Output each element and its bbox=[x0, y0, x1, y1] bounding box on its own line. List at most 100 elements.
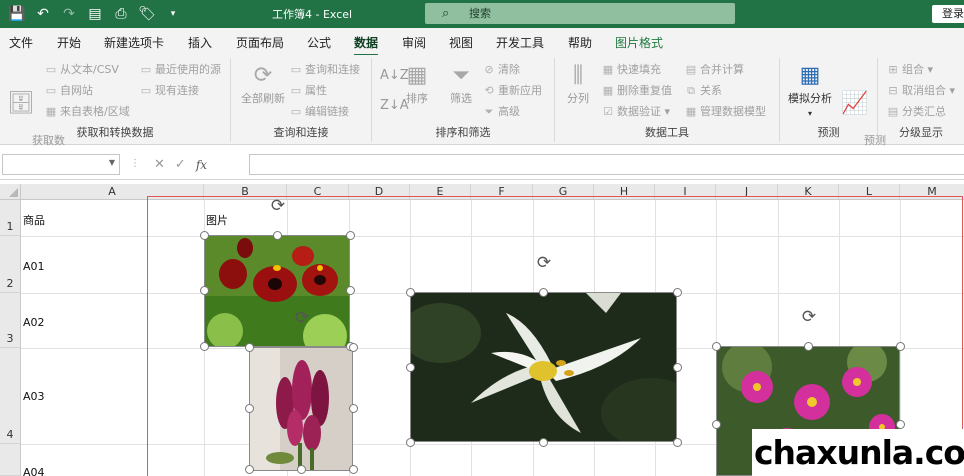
picture-pansy[interactable] bbox=[204, 235, 350, 347]
relationships-button[interactable]: ⧉ 关系 bbox=[684, 83, 722, 99]
resize-handle[interactable] bbox=[406, 438, 415, 447]
cell-a2[interactable]: A01 bbox=[23, 260, 45, 273]
resize-handle[interactable] bbox=[406, 363, 415, 372]
row-header-5[interactable] bbox=[0, 444, 21, 476]
tab-data[interactable]: 数据 bbox=[354, 34, 379, 57]
resize-handle[interactable] bbox=[245, 404, 254, 413]
tab-page-layout[interactable]: 页面布局 bbox=[236, 34, 284, 51]
group-button[interactable]: ⊞ 组合 ▾ bbox=[886, 62, 933, 78]
tab-new[interactable]: 新建选项卡 bbox=[104, 34, 164, 51]
resize-handle[interactable] bbox=[539, 288, 548, 297]
subtotal-button[interactable]: ▤ 分类汇总 bbox=[886, 104, 946, 120]
resize-handle[interactable] bbox=[346, 231, 355, 240]
resize-handle[interactable] bbox=[804, 342, 813, 351]
ungroup-button[interactable]: ⊟ 取消组合 ▾ bbox=[886, 83, 955, 99]
search-box[interactable]: ⌕ 搜索 bbox=[425, 3, 735, 24]
tab-formulas[interactable]: 公式 bbox=[307, 34, 331, 51]
reapply-button[interactable]: ⟲ 重新应用 bbox=[482, 83, 542, 99]
resize-handle[interactable] bbox=[200, 231, 209, 240]
name-box[interactable]: ▼ bbox=[2, 154, 120, 175]
rotate-handle-icon[interactable]: ⟳ bbox=[799, 307, 819, 327]
remove-duplicates-button[interactable]: ▦ 删除重复值 bbox=[601, 83, 672, 99]
what-if-button[interactable]: ▦ 模拟分析 ▾ bbox=[786, 62, 834, 121]
row-header-3[interactable]: 3 bbox=[0, 293, 21, 348]
resize-handle[interactable] bbox=[406, 288, 415, 297]
group-label: 数据工具 bbox=[645, 126, 689, 139]
from-text-button[interactable]: ▭ 从文本/CSV bbox=[44, 62, 119, 78]
resize-handle[interactable] bbox=[896, 342, 905, 351]
advanced-button[interactable]: ⏷ 高级 bbox=[482, 104, 520, 120]
recent-sources-button[interactable]: ▭ 最近使用的源 bbox=[139, 62, 221, 78]
clear-button[interactable]: ⊘ 清除 bbox=[482, 62, 520, 78]
tab-insert[interactable]: 插入 bbox=[188, 34, 212, 51]
resize-handle[interactable] bbox=[200, 286, 209, 295]
resize-handle[interactable] bbox=[539, 438, 548, 447]
row-header-1[interactable]: 1 bbox=[0, 200, 21, 236]
customize-icon[interactable]: ▾ bbox=[164, 5, 182, 23]
drag-handle-icon[interactable]: ⋮ bbox=[130, 158, 140, 169]
row-header-4[interactable]: 4 bbox=[0, 348, 21, 444]
signin-button[interactable]: 登录 bbox=[932, 5, 964, 23]
split-columns-button[interactable]: ⫼ 分列 bbox=[563, 62, 593, 106]
resize-handle[interactable] bbox=[297, 465, 306, 474]
refresh-all-button[interactable]: ⟳ 全部刷新 bbox=[239, 62, 287, 106]
data-model-button[interactable]: ▦ 管理数据模型 bbox=[684, 104, 766, 120]
rotate-handle-icon[interactable]: ⟳ bbox=[534, 253, 554, 273]
flash-fill-button[interactable]: ▦ 快速填充 bbox=[601, 62, 661, 78]
resize-handle[interactable] bbox=[673, 438, 682, 447]
resize-handle[interactable] bbox=[346, 286, 355, 295]
undo-icon[interactable]: ↶ bbox=[34, 5, 52, 23]
tab-file[interactable]: 文件 bbox=[9, 34, 33, 51]
filter-button[interactable]: ⏷ 筛选 bbox=[446, 62, 476, 106]
resize-handle[interactable] bbox=[349, 465, 358, 474]
sort-button[interactable]: ▦ 排序 bbox=[402, 62, 432, 106]
tab-home[interactable]: 开始 bbox=[57, 34, 81, 51]
resize-handle[interactable] bbox=[200, 342, 209, 351]
picture-tulips[interactable] bbox=[249, 347, 353, 471]
rotate-handle-icon[interactable]: ⟳ bbox=[268, 196, 288, 216]
print-preview-icon[interactable]: ⎙ bbox=[112, 5, 130, 23]
chevron-down-icon[interactable]: ▼ bbox=[109, 158, 115, 167]
resize-handle[interactable] bbox=[349, 404, 358, 413]
resize-handle[interactable] bbox=[673, 288, 682, 297]
tab-review[interactable]: 审阅 bbox=[402, 34, 426, 51]
pansy-image bbox=[205, 236, 349, 346]
tab-picture-format[interactable]: 图片格式 bbox=[615, 34, 663, 51]
cell-a3[interactable]: A02 bbox=[23, 316, 45, 329]
resize-handle[interactable] bbox=[245, 465, 254, 474]
tab-help[interactable]: 帮助 bbox=[568, 34, 592, 51]
redo-icon[interactable]: ↷ bbox=[60, 5, 78, 23]
enter-icon[interactable]: ✓ bbox=[175, 157, 186, 172]
cell-a4[interactable]: A03 bbox=[23, 390, 45, 403]
insert-function-icon[interactable]: fx bbox=[196, 158, 207, 172]
save-icon[interactable]: 💾 bbox=[8, 5, 26, 23]
tag-icon[interactable]: 🏷 bbox=[138, 5, 156, 23]
resize-handle[interactable] bbox=[349, 343, 358, 352]
tab-view[interactable]: 视图 bbox=[449, 34, 473, 51]
consolidate-button[interactable]: ▤ 合并计算 bbox=[684, 62, 744, 78]
formula-input[interactable] bbox=[249, 154, 964, 175]
select-all-button[interactable] bbox=[0, 184, 21, 200]
resize-handle[interactable] bbox=[896, 420, 905, 429]
picture-lily[interactable] bbox=[410, 292, 677, 442]
from-table-button[interactable]: ▦ 来自表格/区域 bbox=[44, 104, 130, 120]
cell-a1[interactable]: 商品 bbox=[23, 212, 45, 228]
row-header-2[interactable]: 2 bbox=[0, 236, 21, 293]
edit-links-button[interactable]: ▭ 编辑链接 bbox=[289, 104, 349, 120]
resize-handle[interactable] bbox=[245, 343, 254, 352]
resize-handle[interactable] bbox=[273, 231, 282, 240]
resize-handle[interactable] bbox=[712, 342, 721, 351]
existing-connections-button[interactable]: ▭ 现有连接 bbox=[139, 83, 199, 99]
cancel-icon[interactable]: ✕ bbox=[154, 157, 165, 172]
remove-duplicates-icon: ▦ bbox=[602, 84, 614, 97]
rotate-handle-icon[interactable]: ⟳ bbox=[292, 308, 312, 328]
data-validation-button[interactable]: ☑ 数据验证 ▾ bbox=[601, 104, 670, 120]
from-web-button[interactable]: ▭ 自网站 bbox=[44, 83, 93, 99]
resize-handle[interactable] bbox=[673, 363, 682, 372]
form-icon[interactable]: ▤ bbox=[86, 5, 104, 23]
tab-developer[interactable]: 开发工具 bbox=[496, 34, 544, 51]
queries-connections-button[interactable]: ▭ 查询和连接 bbox=[289, 62, 360, 78]
cell-a5[interactable]: A04 bbox=[23, 466, 45, 476]
resize-handle[interactable] bbox=[712, 420, 721, 429]
properties-button[interactable]: ▭ 属性 bbox=[289, 83, 327, 99]
